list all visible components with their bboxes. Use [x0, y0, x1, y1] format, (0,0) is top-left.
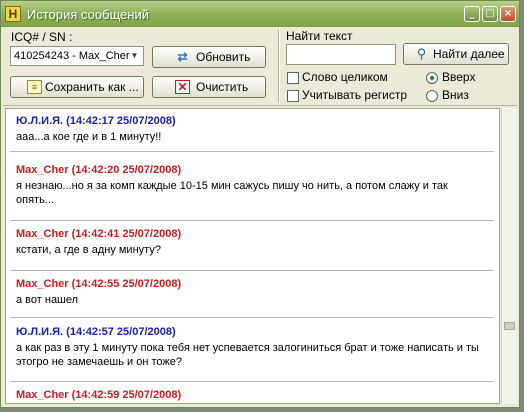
message-time: (14:42:17 25/07/2008): [66, 115, 176, 127]
whole-word-checkbox[interactable]: [287, 72, 299, 84]
message-time: (14:42:59 25/07/2008): [71, 389, 182, 401]
sender-name: Max_Cher: [16, 164, 69, 176]
match-case-label: Учитывать регистр: [302, 88, 408, 102]
clear-icon: ✕: [175, 80, 190, 94]
history-window: H История сообщений _ □ × ICQ# / SN : 41…: [0, 0, 520, 408]
whole-word-label: Слово целиком: [302, 70, 388, 84]
save-as-button-label: Сохранить как ...: [45, 80, 139, 94]
save-as-button[interactable]: ≡ Сохранить как ...: [10, 76, 144, 98]
message: Max_Cher (14:42:41 25/07/2008) кстати, а…: [16, 227, 495, 257]
direction-down-label: Вниз: [442, 88, 469, 102]
divider: [278, 29, 280, 103]
refresh-button-label: Обновить: [196, 50, 251, 64]
message-text: а как раз в эту 1 минуту пока тебя нет у…: [16, 342, 479, 368]
message-time: (14:42:55 25/07/2008): [71, 278, 182, 290]
find-next-button-label: Найти далее: [433, 47, 505, 61]
refresh-button[interactable]: ⇄ Обновить: [152, 46, 266, 68]
sender-name: Max_Cher: [16, 389, 69, 401]
search-input[interactable]: [286, 44, 396, 65]
message-divider: [10, 381, 494, 382]
message-text: а вот нашел: [16, 294, 79, 306]
app-icon: H: [5, 6, 21, 22]
sender-name: Ю.Л.И.Я.: [16, 326, 64, 338]
match-case-checkbox[interactable]: [287, 90, 299, 102]
contact-select-value: 410254243 - Max_Cher: [14, 50, 130, 62]
message-divider: [10, 220, 494, 221]
refresh-icon: ⇄: [177, 50, 188, 64]
sender-name: Max_Cher: [16, 278, 69, 290]
message-header: Max_Cher (14:42:55 25/07/2008): [16, 277, 495, 291]
maximize-button[interactable]: □: [482, 6, 498, 22]
message-time: (14:42:57 25/07/2008): [66, 326, 176, 338]
message-divider: [10, 270, 494, 271]
clear-button-label: Очистить: [196, 80, 249, 94]
save-document-icon: ≡: [27, 80, 42, 94]
message-text: я незнаю...но я за комп каждые 10-15 мин…: [16, 180, 448, 206]
message-header: Max_Cher (14:42:59 25/07/2008): [16, 388, 495, 402]
message-header: Ю.Л.И.Я. (14:42:57 25/07/2008): [16, 325, 495, 339]
contact-label: ICQ# / SN :: [11, 30, 73, 44]
sender-name: Ю.Л.И.Я.: [16, 115, 64, 127]
message-divider: [10, 317, 494, 318]
message: Max_Cher (14:42:55 25/07/2008) а вот наш…: [16, 277, 495, 307]
message: Max_Cher (14:42:59 25/07/2008): [16, 388, 495, 402]
direction-down-radio[interactable]: [426, 90, 438, 102]
message: Ю.Л.И.Я. (14:42:57 25/07/2008) а как раз…: [16, 325, 495, 369]
message-log[interactable]: Ю.Л.И.Я. (14:42:17 25/07/2008) ааа...а к…: [5, 108, 500, 404]
message: Ю.Л.И.Я. (14:42:17 25/07/2008) ааа...а к…: [16, 114, 495, 144]
minimize-button[interactable]: _: [464, 6, 480, 22]
chevron-down-icon[interactable]: ▼: [127, 48, 142, 64]
direction-up-label: Вверх: [442, 70, 476, 84]
sender-name: Max_Cher: [16, 228, 69, 240]
message-header: Max_Cher (14:42:20 25/07/2008): [16, 163, 495, 177]
message-time: (14:42:20 25/07/2008): [71, 164, 182, 176]
title-bar[interactable]: H История сообщений _ □ ×: [1, 1, 519, 27]
window-title: История сообщений: [27, 7, 150, 22]
message-divider: [10, 151, 494, 152]
clear-button[interactable]: ✕ Очистить: [152, 76, 266, 98]
message-text: ааа...а кое где и в 1 минуту!!: [16, 131, 162, 143]
message-text: кстати, а где в адну минуту?: [16, 244, 161, 256]
message-header: Max_Cher (14:42:41 25/07/2008): [16, 227, 495, 241]
direction-up-radio[interactable]: [426, 72, 438, 84]
divider: [3, 105, 517, 106]
scrollbar-thumb[interactable]: [504, 322, 515, 330]
contact-select[interactable]: 410254243 - Max_Cher ▼: [10, 46, 144, 66]
search-label: Найти текст: [286, 29, 353, 43]
message: Max_Cher (14:42:20 25/07/2008) я незнаю.…: [16, 163, 495, 207]
close-button[interactable]: ×: [500, 6, 516, 22]
radio-dot: [430, 76, 434, 80]
find-next-button[interactable]: ⚲ Найти далее: [403, 43, 509, 65]
message-time: (14:42:41 25/07/2008): [71, 228, 182, 240]
find-icon: ⚲: [416, 46, 427, 61]
log-scrollbar[interactable]: [501, 108, 517, 404]
message-header: Ю.Л.И.Я. (14:42:17 25/07/2008): [16, 114, 495, 128]
